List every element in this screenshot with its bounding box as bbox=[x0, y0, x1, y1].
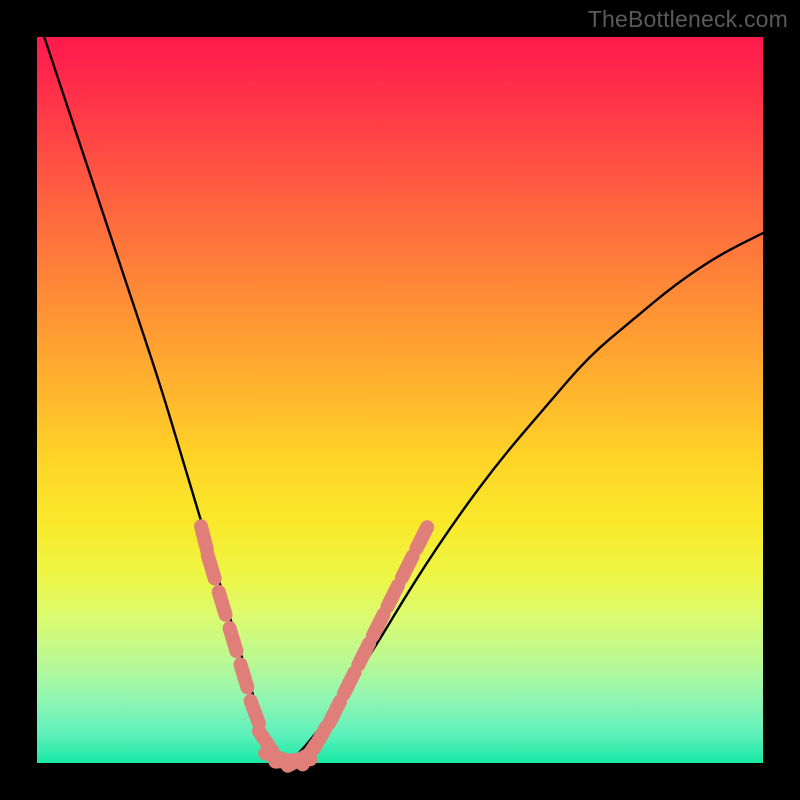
dotted-overlay-right bbox=[288, 527, 427, 766]
watermark-text: TheBottleneck.com bbox=[588, 6, 788, 33]
plot-area bbox=[37, 37, 763, 763]
chart-svg bbox=[37, 37, 763, 763]
bottleneck-curve-path bbox=[44, 37, 763, 763]
chart-frame: TheBottleneck.com bbox=[0, 0, 800, 800]
dotted-overlay-left bbox=[201, 526, 310, 761]
